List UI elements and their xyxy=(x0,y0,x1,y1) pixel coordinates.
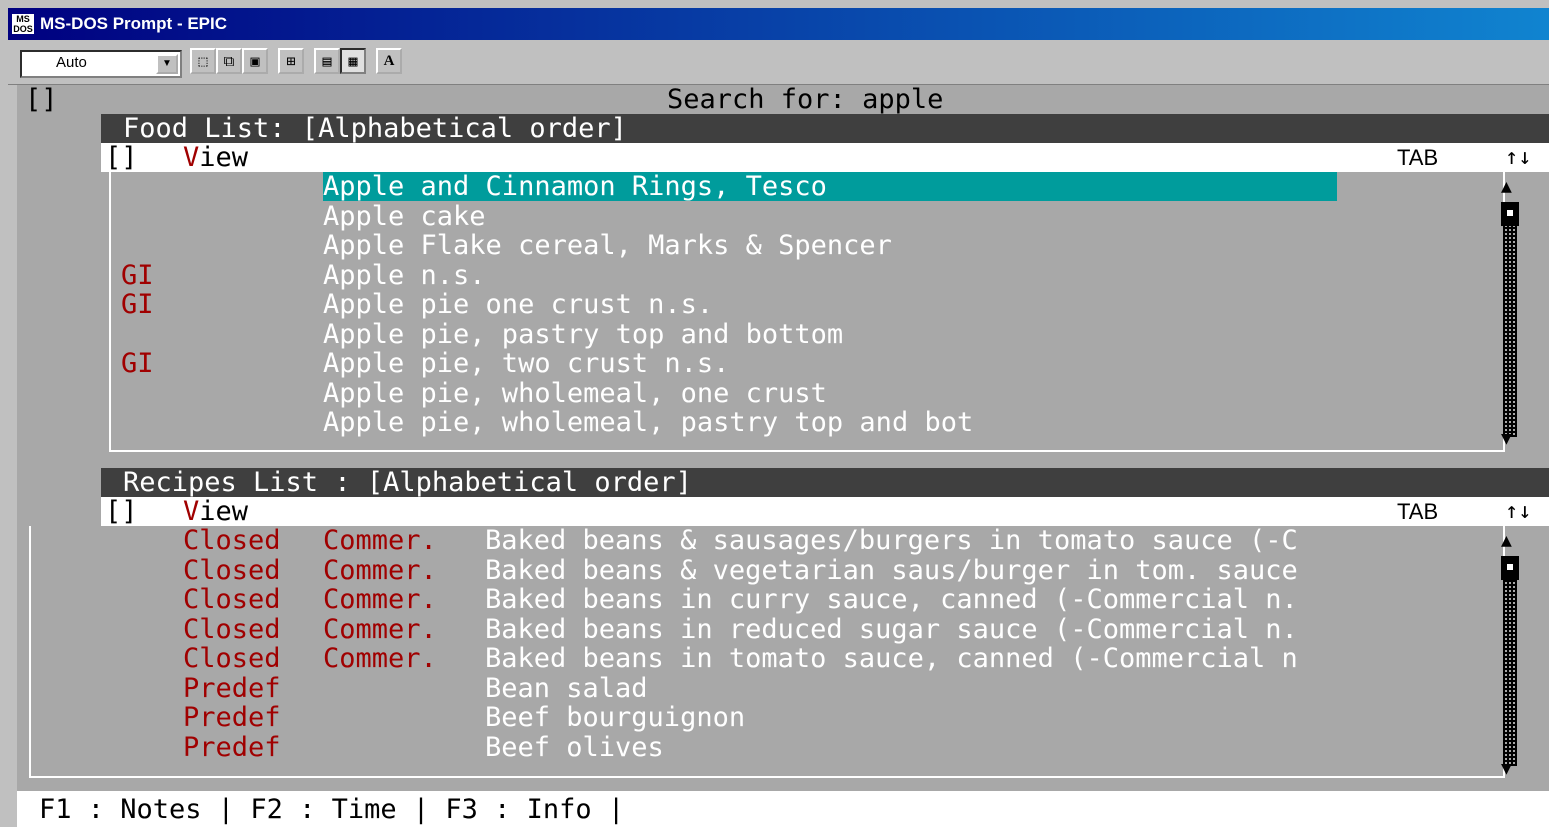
msdos-window: MS DOS MS-DOS Prompt - EPIC Auto ▼ ⬚ ⧉ ▣ … xyxy=(0,0,1549,827)
recipe-list-item[interactable]: Beef olives xyxy=(485,733,1497,762)
recipe-status: Closed xyxy=(183,554,281,586)
recipes-view-bracket[interactable]: [] xyxy=(105,497,138,526)
recipe-list-item[interactable]: Beef bourguignon xyxy=(485,703,1497,732)
food-scroll-thumb[interactable] xyxy=(1501,202,1519,226)
toolbar: Auto ▼ ⬚ ⧉ ▣ ⊞ ▤ ▦ A xyxy=(8,40,1549,85)
mark-icon[interactable]: ⬚ xyxy=(190,48,216,74)
recipe-list-item[interactable]: Baked beans in tomato sauce, canned (-Co… xyxy=(485,644,1497,673)
recipe-status: Predef xyxy=(183,672,281,704)
recipe-status: Predef xyxy=(183,731,281,763)
properties-icon[interactable]: ▤ xyxy=(314,48,340,74)
recipes-list-header: Recipes List : [Alphabetical order] xyxy=(101,468,1549,497)
copy-icon[interactable]: ⧉ xyxy=(216,48,242,74)
recipe-status: Closed xyxy=(183,584,281,615)
recipe-list-item[interactable]: Baked beans in reduced sugar sauce (-Com… xyxy=(485,615,1497,644)
font-size-select[interactable]: Auto ▼ xyxy=(20,50,182,78)
recipe-type: Commer. xyxy=(323,643,437,674)
title-bar[interactable]: MS DOS MS-DOS Prompt - EPIC xyxy=(8,8,1549,40)
food-list-header: Food List: [Alphabetical order] xyxy=(101,114,1549,143)
recipes-scrollbar[interactable]: ▲ ▼ xyxy=(1499,526,1523,791)
recipes-scroll-track[interactable] xyxy=(1503,556,1517,766)
scroll-up-icon[interactable]: ▲ xyxy=(1501,526,1512,555)
food-gi-marker: GI xyxy=(121,348,154,379)
food-list-item[interactable]: Apple Flake cereal, Marks & Spencer xyxy=(323,231,892,260)
food-view-bar: [] View TAB ↑↓ xyxy=(101,143,1549,172)
food-view-hotkey: V xyxy=(183,142,200,173)
recipe-list-item[interactable]: Baked beans in curry sauce, canned (-Com… xyxy=(485,585,1497,614)
food-scroll-track[interactable] xyxy=(1503,202,1517,437)
food-gi-marker: GI xyxy=(121,259,154,291)
food-sort-arrows[interactable]: ↑↓ xyxy=(1505,143,1532,172)
recipe-list-item[interactable]: Baked beans & sausages/burgers in tomato… xyxy=(485,526,1497,555)
corner-bracket: [] xyxy=(25,84,58,115)
font-button-label: A xyxy=(383,53,395,69)
function-key-bar: F1 : Notes | F2 : Time | F3 : Info | xyxy=(17,791,1549,827)
recipe-status: Closed xyxy=(183,643,281,674)
recipe-type: Commer. xyxy=(323,613,437,645)
scroll-down-icon[interactable]: ▼ xyxy=(1501,754,1512,783)
background-icon[interactable]: ▦ xyxy=(340,48,366,74)
food-list-item[interactable]: Apple pie, pastry top and bottom xyxy=(323,320,843,349)
recipe-status: Predef xyxy=(183,702,281,733)
search-text: Search for: apple xyxy=(667,84,944,115)
recipes-view-menu[interactable]: View xyxy=(183,497,248,526)
console-screen[interactable]: [] Search for: apple Food List: [Alphabe… xyxy=(17,85,1549,827)
recipe-type: Commer. xyxy=(323,584,437,615)
food-list-title: Food List: [Alphabetical order] xyxy=(123,113,627,144)
food-tab-label[interactable]: TAB xyxy=(1397,143,1438,172)
food-list-item[interactable]: Apple pie, wholemeal, one crust xyxy=(323,379,827,408)
food-gi-marker: GI xyxy=(121,289,154,320)
recipe-status: Closed xyxy=(183,525,281,556)
recipe-status: Closed xyxy=(183,613,281,645)
font-icon[interactable]: A xyxy=(376,48,402,74)
food-list-item[interactable]: Apple cake xyxy=(323,202,486,231)
recipes-view-label: iew xyxy=(199,496,249,527)
scroll-down-icon[interactable]: ▼ xyxy=(1501,424,1512,453)
paste-icon[interactable]: ▣ xyxy=(242,48,268,74)
recipes-sort-arrows[interactable]: ↑↓ xyxy=(1505,497,1532,526)
recipe-type: Commer. xyxy=(323,554,437,586)
food-scrollbar[interactable]: ▲ ▼ xyxy=(1499,172,1523,462)
food-view-bracket[interactable]: [] xyxy=(105,143,138,172)
recipes-tab-label[interactable]: TAB xyxy=(1397,497,1438,526)
recipes-scroll-thumb[interactable] xyxy=(1501,556,1519,580)
recipe-list-item[interactable]: Baked beans & vegetarian saus/burger in … xyxy=(485,556,1497,585)
food-list-item[interactable]: Apple n.s. xyxy=(323,261,486,290)
fullscreen-icon[interactable]: ⊞ xyxy=(278,48,304,74)
food-list-item[interactable]: Apple pie one crust n.s. xyxy=(323,290,713,319)
food-list-item[interactable]: Apple pie, two crust n.s. xyxy=(323,349,729,378)
msdos-icon[interactable]: MS DOS xyxy=(12,14,34,34)
food-list-item[interactable]: Apple and Cinnamon Rings, Tesco xyxy=(323,172,827,201)
food-view-menu[interactable]: View xyxy=(183,143,248,172)
window-title: MS-DOS Prompt - EPIC xyxy=(40,14,228,33)
chevron-down-icon[interactable]: ▼ xyxy=(156,54,178,74)
recipes-view-hotkey: V xyxy=(183,496,200,527)
recipes-list-title: Recipes List : [Alphabetical order] xyxy=(123,467,692,498)
recipes-view-bar: [] View TAB ↑↓ xyxy=(101,497,1549,526)
recipe-list-item[interactable]: Bean salad xyxy=(485,674,1497,703)
food-list-item[interactable]: Apple pie, wholemeal, pastry top and bot xyxy=(323,408,973,437)
scroll-up-icon[interactable]: ▲ xyxy=(1501,172,1512,201)
function-key-text[interactable]: F1 : Notes | F2 : Time | F3 : Info | xyxy=(39,795,624,824)
font-size-value: Auto xyxy=(56,54,87,71)
recipe-type: Commer. xyxy=(323,525,437,556)
food-view-label: iew xyxy=(199,142,249,173)
